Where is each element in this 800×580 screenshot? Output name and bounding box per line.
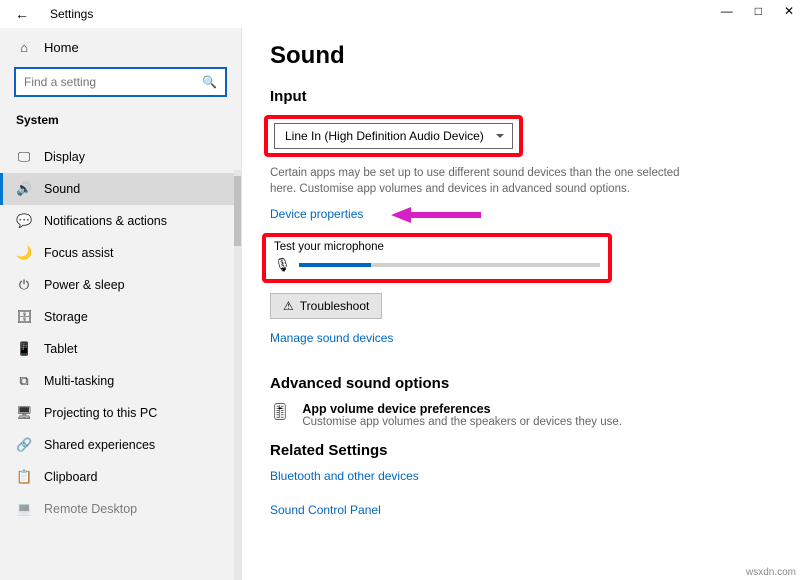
- sidebar-item-multitasking[interactable]: ⧉ Multi-tasking: [0, 365, 241, 397]
- search-icon: 🔍: [202, 75, 217, 89]
- mic-level-fill: [299, 263, 371, 267]
- app-volume-pref[interactable]: 🎚 App volume device preferences Customis…: [270, 402, 772, 428]
- arrow-annotation: [391, 207, 481, 223]
- related-heading: Related Settings: [270, 442, 772, 459]
- sidebar-item-power[interactable]: ⏻ Power & sleep: [0, 269, 241, 301]
- sidebar-item-label: Clipboard: [44, 470, 98, 484]
- callout-input-device: Line In (High Definition Audio Device): [264, 115, 523, 157]
- shared-icon: 🔗: [16, 437, 32, 453]
- sidebar-item-clipboard[interactable]: 📋 Clipboard: [0, 461, 241, 493]
- troubleshoot-label: Troubleshoot: [300, 299, 370, 313]
- sidebar-item-label: Focus assist: [44, 246, 113, 260]
- input-device-dropdown[interactable]: Line In (High Definition Audio Device): [274, 123, 513, 149]
- nav-list: 🖵 Display 🔊 Sound 💬 Notifications & acti…: [0, 141, 241, 525]
- display-icon: 🖵: [16, 149, 32, 165]
- test-mic-label: Test your microphone: [274, 241, 600, 253]
- sidebar-item-sound[interactable]: 🔊 Sound: [0, 173, 241, 205]
- projecting-icon: 🖥: [16, 405, 32, 421]
- related-bluetooth-link[interactable]: Bluetooth and other devices: [270, 469, 419, 483]
- sidebar: ⌂ Home 🔍 System 🖵 Display 🔊 Sound 💬 Noti…: [0, 28, 242, 580]
- troubleshoot-button[interactable]: ⚠ Troubleshoot: [270, 293, 382, 319]
- input-hint: Certain apps may be set up to use differ…: [270, 165, 700, 197]
- adv-title: App volume device preferences: [302, 402, 622, 416]
- home-icon: ⌂: [16, 40, 32, 55]
- scrollbar-thumb[interactable]: [234, 176, 241, 246]
- maximize-icon[interactable]: □: [755, 4, 762, 18]
- back-icon[interactable]: ←: [12, 6, 32, 22]
- sidebar-item-label: Tablet: [44, 342, 77, 356]
- minimize-icon[interactable]: —: [721, 4, 733, 18]
- sidebar-item-label: Shared experiences: [44, 438, 155, 452]
- sidebar-item-label: Multi-tasking: [44, 374, 114, 388]
- related-sound-panel-link[interactable]: Sound Control Panel: [270, 503, 381, 517]
- clipboard-icon: 📋: [16, 469, 32, 485]
- sidebar-item-label: Storage: [44, 310, 88, 324]
- window-title: Settings: [50, 7, 93, 21]
- multitasking-icon: ⧉: [16, 373, 32, 389]
- adv-sub: Customise app volumes and the speakers o…: [302, 416, 622, 428]
- search-input[interactable]: 🔍: [14, 67, 227, 97]
- advanced-heading: Advanced sound options: [270, 375, 772, 392]
- titlebar: ← Settings: [0, 0, 800, 28]
- page-title: Sound: [270, 42, 772, 70]
- sidebar-item-label: Notifications & actions: [44, 214, 167, 228]
- dropdown-value: Line In (High Definition Audio Device): [285, 129, 484, 143]
- window-controls: — □ ✕: [721, 4, 794, 18]
- close-icon[interactable]: ✕: [784, 4, 794, 18]
- home-label: Home: [44, 40, 79, 55]
- mic-level-bar: [299, 263, 600, 267]
- device-properties-link[interactable]: Device properties: [270, 207, 363, 221]
- sliders-icon: 🎚: [270, 402, 290, 422]
- home-link[interactable]: ⌂ Home: [0, 34, 241, 65]
- sidebar-item-label: Projecting to this PC: [44, 406, 157, 420]
- callout-test-mic: Test your microphone 🎙: [262, 233, 612, 283]
- tablet-icon: 📱: [16, 341, 32, 357]
- sidebar-item-storage[interactable]: 🗄 Storage: [0, 301, 241, 333]
- focus-icon: 🌙: [16, 245, 32, 261]
- sound-icon: 🔊: [16, 181, 32, 197]
- microphone-icon: 🎙: [274, 257, 291, 273]
- search-field[interactable]: [24, 75, 202, 89]
- sidebar-item-remote[interactable]: 💻 Remote Desktop: [0, 493, 241, 525]
- storage-icon: 🗄: [16, 309, 32, 325]
- watermark: wsxdn.com: [746, 567, 796, 578]
- sidebar-item-tablet[interactable]: 📱 Tablet: [0, 333, 241, 365]
- category-label: System: [0, 107, 241, 137]
- sidebar-item-label: Display: [44, 150, 85, 164]
- sidebar-item-label: Remote Desktop: [44, 502, 137, 516]
- sidebar-scrollbar[interactable]: [234, 170, 241, 580]
- remote-icon: 💻: [16, 501, 32, 517]
- sidebar-item-notifications[interactable]: 💬 Notifications & actions: [0, 205, 241, 237]
- manage-devices-link[interactable]: Manage sound devices: [270, 331, 393, 345]
- sidebar-item-display[interactable]: 🖵 Display: [0, 141, 241, 173]
- input-heading: Input: [270, 88, 772, 105]
- sidebar-item-projecting[interactable]: 🖥 Projecting to this PC: [0, 397, 241, 429]
- sidebar-item-shared[interactable]: 🔗 Shared experiences: [0, 429, 241, 461]
- sidebar-item-label: Sound: [44, 182, 80, 196]
- notifications-icon: 💬: [16, 213, 32, 229]
- main-panel: Sound Input Line In (High Definition Aud…: [242, 28, 800, 580]
- warning-icon: ⚠: [283, 299, 294, 313]
- sidebar-item-focus-assist[interactable]: 🌙 Focus assist: [0, 237, 241, 269]
- sidebar-item-label: Power & sleep: [44, 278, 125, 292]
- power-icon: ⏻: [16, 277, 32, 293]
